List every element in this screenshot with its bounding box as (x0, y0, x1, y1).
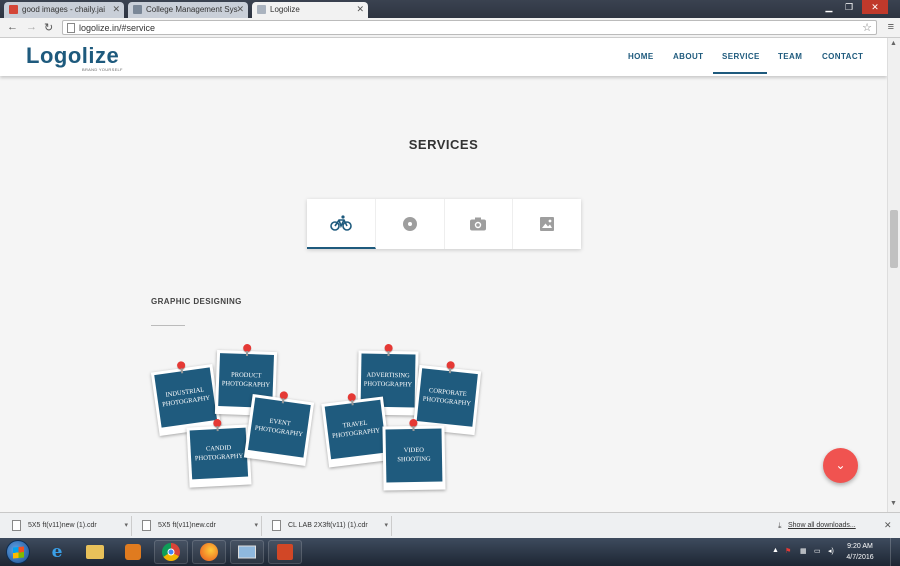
disc-icon (402, 217, 417, 231)
page-scrollbar[interactable]: ▲ ▼ (887, 38, 900, 512)
pushpin-icon (384, 343, 393, 353)
file-icon (142, 520, 151, 531)
pushpin-icon (176, 360, 186, 370)
media-player-icon[interactable] (116, 540, 150, 564)
browser-tab-logolize[interactable]: Logolize ✕ (252, 2, 368, 18)
photo-corporate[interactable]: CORPORATE PHOTOGRAPHY (412, 360, 482, 436)
page-icon (257, 5, 266, 14)
nav-home[interactable]: HOME (628, 52, 654, 61)
download-item[interactable]: 5X5 ft(v11)new.cdr ▾ (134, 516, 262, 536)
photo-candid[interactable]: CANDID PHOTOGRAPHY (186, 418, 252, 488)
pushpin-icon (243, 343, 252, 353)
pushpin-icon (446, 360, 456, 370)
file-icon (272, 520, 281, 531)
section-title: SERVICES (408, 137, 479, 152)
show-all-downloads-link[interactable]: Show all downloads... (788, 522, 856, 529)
start-button[interactable] (6, 540, 30, 564)
chevron-down-icon[interactable]: ▾ (254, 521, 258, 529)
close-tab-icon[interactable]: ✕ (112, 4, 120, 15)
download-item[interactable]: CL LAB 2X3ft(v11) (1).cdr ▾ (264, 516, 392, 536)
volume-icon[interactable]: ◂) (828, 547, 834, 555)
action-center-icon[interactable]: ⚑ (785, 547, 791, 555)
address-bar-row: ← → ↻ logolize.in/#service ☆ ≡ (0, 18, 900, 38)
nav-contact[interactable]: CONTACT (822, 52, 863, 61)
scroll-down-arrow-icon[interactable]: ▼ (890, 500, 897, 507)
windows-icon[interactable]: ▦ (800, 547, 807, 555)
page-icon (67, 23, 75, 33)
scroll-thumb[interactable] (890, 210, 898, 268)
maximize-window-button[interactable]: ❐ (840, 0, 858, 14)
firefox-icon[interactable] (192, 540, 226, 564)
taskbar-clock[interactable]: 9:20 AM 4/7/2016 (838, 541, 882, 563)
back-arrow-icon[interactable]: ← (7, 21, 18, 33)
browser-tab-college[interactable]: College Management Sys ✕ (128, 2, 248, 18)
photo-travel[interactable]: TRAVEL PHOTOGRAPHY (321, 392, 391, 468)
chevron-down-icon: ⌄ (835, 458, 846, 472)
minimize-window-button[interactable]: ▁ (820, 0, 838, 14)
pushpin-icon (279, 390, 289, 400)
chrome-icon[interactable] (154, 540, 188, 564)
internet-explorer-icon[interactable]: e (40, 540, 74, 564)
camera-icon (470, 217, 487, 231)
site-header: Logolize BRAND YOURSELF HOME ABOUT SERVI… (0, 38, 887, 76)
tab-camera[interactable] (445, 199, 514, 249)
site-logo[interactable]: Logolize (26, 43, 119, 69)
divider (151, 325, 185, 326)
scroll-up-arrow-icon[interactable]: ▲ (890, 40, 897, 47)
show-desktop-button[interactable] (890, 538, 900, 566)
nav-about[interactable]: ABOUT (673, 52, 703, 61)
close-tab-icon[interactable]: ✕ (236, 4, 244, 15)
pushpin-icon (347, 392, 357, 402)
network-icon[interactable]: ▭ (814, 547, 821, 555)
chevron-down-icon[interactable]: ▾ (124, 521, 128, 529)
photo-industrial[interactable]: INDUSTRIAL PHOTOGRAPHY (150, 360, 222, 437)
browser-menu-icon[interactable]: ≡ (888, 21, 894, 33)
image-icon (540, 217, 555, 231)
chevron-down-icon[interactable]: ▾ (384, 521, 388, 529)
file-icon (12, 520, 21, 531)
close-tab-icon[interactable]: ✕ (356, 4, 364, 15)
photo-video[interactable]: VIDEO SHOOTING (382, 418, 446, 491)
url-input[interactable]: logolize.in/#service ☆ (62, 20, 877, 35)
nav-service[interactable]: SERVICE (722, 52, 760, 61)
pushpin-icon (409, 418, 418, 428)
gmail-icon (9, 5, 18, 14)
page-viewport: Logolize BRAND YOURSELF HOME ABOUT SERVI… (0, 38, 887, 512)
graphic-designing-heading: GRAPHIC DESIGNING (151, 297, 242, 306)
close-window-button[interactable]: ✕ (862, 0, 888, 14)
nav-team[interactable]: TEAM (778, 52, 802, 61)
close-icon[interactable]: ✕ (884, 520, 892, 531)
forward-arrow-icon[interactable]: → (26, 21, 37, 33)
pushpin-icon (213, 418, 222, 428)
photo-event[interactable]: EVENT PHOTOGRAPHY (243, 390, 315, 467)
active-nav-indicator (713, 72, 767, 74)
service-tabs (307, 199, 581, 249)
logo-tagline: BRAND YOURSELF (82, 67, 123, 72)
show-hidden-icons[interactable]: ▲ (772, 547, 779, 554)
browser-tab-gmail[interactable]: good images - chaily.jai ✕ (4, 2, 124, 18)
downloads-bar: 5X5 ft(v11)new (1).cdr ▾ 5X5 ft(v11)new.… (0, 512, 900, 538)
powerpoint-icon[interactable] (268, 540, 302, 564)
remote-desktop-icon[interactable] (230, 540, 264, 564)
scroll-down-button[interactable]: ⌄ (823, 448, 858, 483)
browser-tab-bar: good images - chaily.jai ✕ College Manag… (0, 0, 900, 18)
tab-image[interactable] (513, 199, 581, 249)
bicycle-icon (330, 215, 352, 231)
file-explorer-icon[interactable] (78, 540, 112, 564)
download-icon: ⤓ (778, 521, 782, 530)
download-item[interactable]: 5X5 ft(v11)new (1).cdr ▾ (4, 516, 132, 536)
tab-disc[interactable] (376, 199, 445, 249)
taskbar: e ▲ ⚑ ▦ ▭ ◂) 9:20 AM 4/7/2016 (0, 538, 900, 566)
tab-bicycle[interactable] (307, 199, 376, 249)
page-icon (133, 5, 142, 14)
bookmark-star-icon[interactable]: ☆ (862, 21, 872, 34)
reload-icon[interactable]: ↻ (44, 21, 53, 34)
